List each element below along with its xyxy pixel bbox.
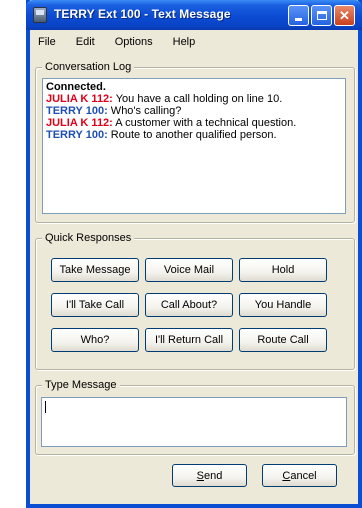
title-bar[interactable]: TERRY Ext 100 - Text Message ✕ xyxy=(26,0,362,30)
quick-responses-label: Quick Responses xyxy=(42,231,135,245)
log-message: JULIA K 112: You have a call holding on … xyxy=(46,93,342,105)
quick-responses-grid: Take Message Voice Mail Hold I'll Take C… xyxy=(51,258,327,352)
minimize-button[interactable] xyxy=(288,5,309,26)
message-speaker: TERRY 100: xyxy=(46,105,108,117)
log-message: TERRY 100: Route to another qualified pe… xyxy=(46,129,342,141)
type-message-label: Type Message xyxy=(42,378,120,392)
menu-options[interactable]: Options xyxy=(106,36,164,48)
take-message-button[interactable]: Take Message xyxy=(51,258,139,282)
send-hotkey: S xyxy=(196,469,204,482)
minimize-icon xyxy=(295,18,302,21)
message-text: Who's calling? xyxy=(107,105,182,117)
message-text: A customer with a technical question. xyxy=(112,117,297,129)
cancel-hotkey: C xyxy=(282,469,291,482)
log-message: JULIA K 112: A customer with a technical… xyxy=(46,117,342,129)
menu-help[interactable]: Help xyxy=(164,36,207,48)
send-label: end xyxy=(203,469,223,482)
phone-app-icon xyxy=(33,7,47,23)
ill-return-call-button[interactable]: I'll Return Call xyxy=(145,328,233,352)
send-button[interactable]: Send xyxy=(172,464,247,487)
maximize-button[interactable] xyxy=(311,5,332,26)
hold-button[interactable]: Hold xyxy=(239,258,327,282)
cancel-label: ancel xyxy=(290,469,317,482)
voice-mail-button[interactable]: Voice Mail xyxy=(145,258,233,282)
maximize-icon xyxy=(316,11,327,20)
menu-file[interactable]: File xyxy=(30,36,67,48)
ill-take-call-button[interactable]: I'll Take Call xyxy=(51,293,139,317)
log-message: TERRY 100: Who's calling? xyxy=(46,105,342,117)
conversation-log[interactable]: Connected. JULIA K 112: You have a call … xyxy=(42,78,346,214)
menu-bar: File Edit Options Help xyxy=(30,30,358,54)
message-text: Route to another qualified person. xyxy=(107,129,277,141)
who-button[interactable]: Who? xyxy=(51,328,139,352)
close-button[interactable]: ✕ xyxy=(334,5,355,26)
message-speaker: JULIA K 112: xyxy=(46,117,113,129)
cancel-button[interactable]: Cancel xyxy=(262,464,337,487)
message-speaker: TERRY 100: xyxy=(46,129,108,141)
message-speaker: JULIA K 112: xyxy=(46,93,113,105)
quick-responses-group: Quick Responses Take Message Voice Mail … xyxy=(35,231,355,370)
conversation-log-label: Conversation Log xyxy=(42,60,135,74)
type-message-group: Type Message xyxy=(35,378,355,455)
connection-status: Connected. xyxy=(46,81,106,93)
message-text: You have a call holding on line 10. xyxy=(112,93,283,105)
route-call-button[interactable]: Route Call xyxy=(239,328,327,352)
menu-edit[interactable]: Edit xyxy=(67,36,106,48)
conversation-log-group: Conversation Log Connected. JULIA K 112:… xyxy=(35,60,355,223)
you-handle-button[interactable]: You Handle xyxy=(239,293,327,317)
call-about-button[interactable]: Call About? xyxy=(145,293,233,317)
message-input[interactable] xyxy=(41,397,347,447)
window-title: TERRY Ext 100 - Text Message xyxy=(54,7,231,21)
text-message-window: TERRY Ext 100 - Text Message ✕ File Edit… xyxy=(26,0,362,508)
